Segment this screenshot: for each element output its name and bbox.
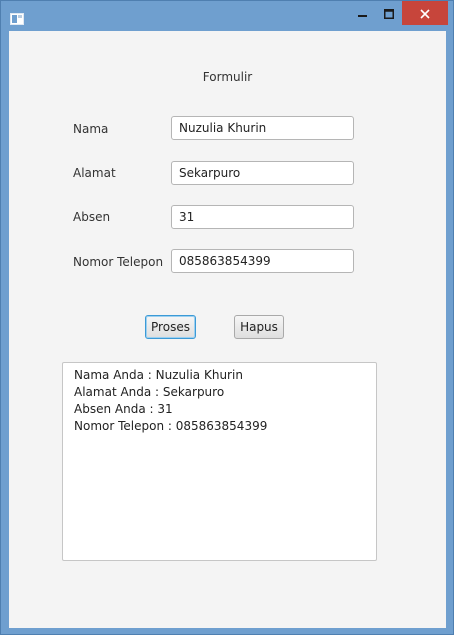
alamat-label: Alamat — [73, 166, 116, 180]
nama-label: Nama — [73, 122, 109, 136]
form-panel: Formulir Nama Alamat Absen Nomor Telepon… — [9, 31, 446, 628]
nomor-telepon-label: Nomor Telepon — [73, 255, 164, 269]
maximize-button[interactable] — [376, 1, 402, 25]
proses-button[interactable]: Proses — [145, 315, 196, 339]
output-line-nomor-telepon: Nomor Telepon : 085863854399 — [74, 419, 268, 433]
form-title: Formulir — [202, 70, 253, 84]
application-window: Formulir Nama Alamat Absen Nomor Telepon… — [0, 0, 454, 635]
maximize-icon — [384, 4, 394, 23]
title-bar[interactable] — [1, 1, 453, 31]
output-line-nama: Nama Anda : Nuzulia Khurin — [74, 368, 243, 382]
alamat-input[interactable] — [171, 161, 354, 185]
nomor-telepon-input[interactable] — [171, 249, 354, 273]
minimize-button[interactable] — [350, 1, 376, 25]
absen-input[interactable] — [171, 205, 354, 229]
output-line-alamat: Alamat Anda : Sekarpuro — [74, 385, 225, 399]
nama-input[interactable] — [171, 116, 354, 140]
close-button[interactable] — [402, 1, 448, 25]
hapus-button[interactable]: Hapus — [234, 315, 284, 339]
output-line-absen: Absen Anda : 31 — [74, 402, 173, 416]
output-text-area[interactable]: Nama Anda : Nuzulia Khurin Alamat Anda :… — [62, 362, 377, 561]
app-window-icon — [10, 10, 24, 25]
close-icon — [420, 4, 430, 23]
minimize-icon — [358, 4, 368, 23]
absen-label: Absen — [73, 210, 111, 224]
